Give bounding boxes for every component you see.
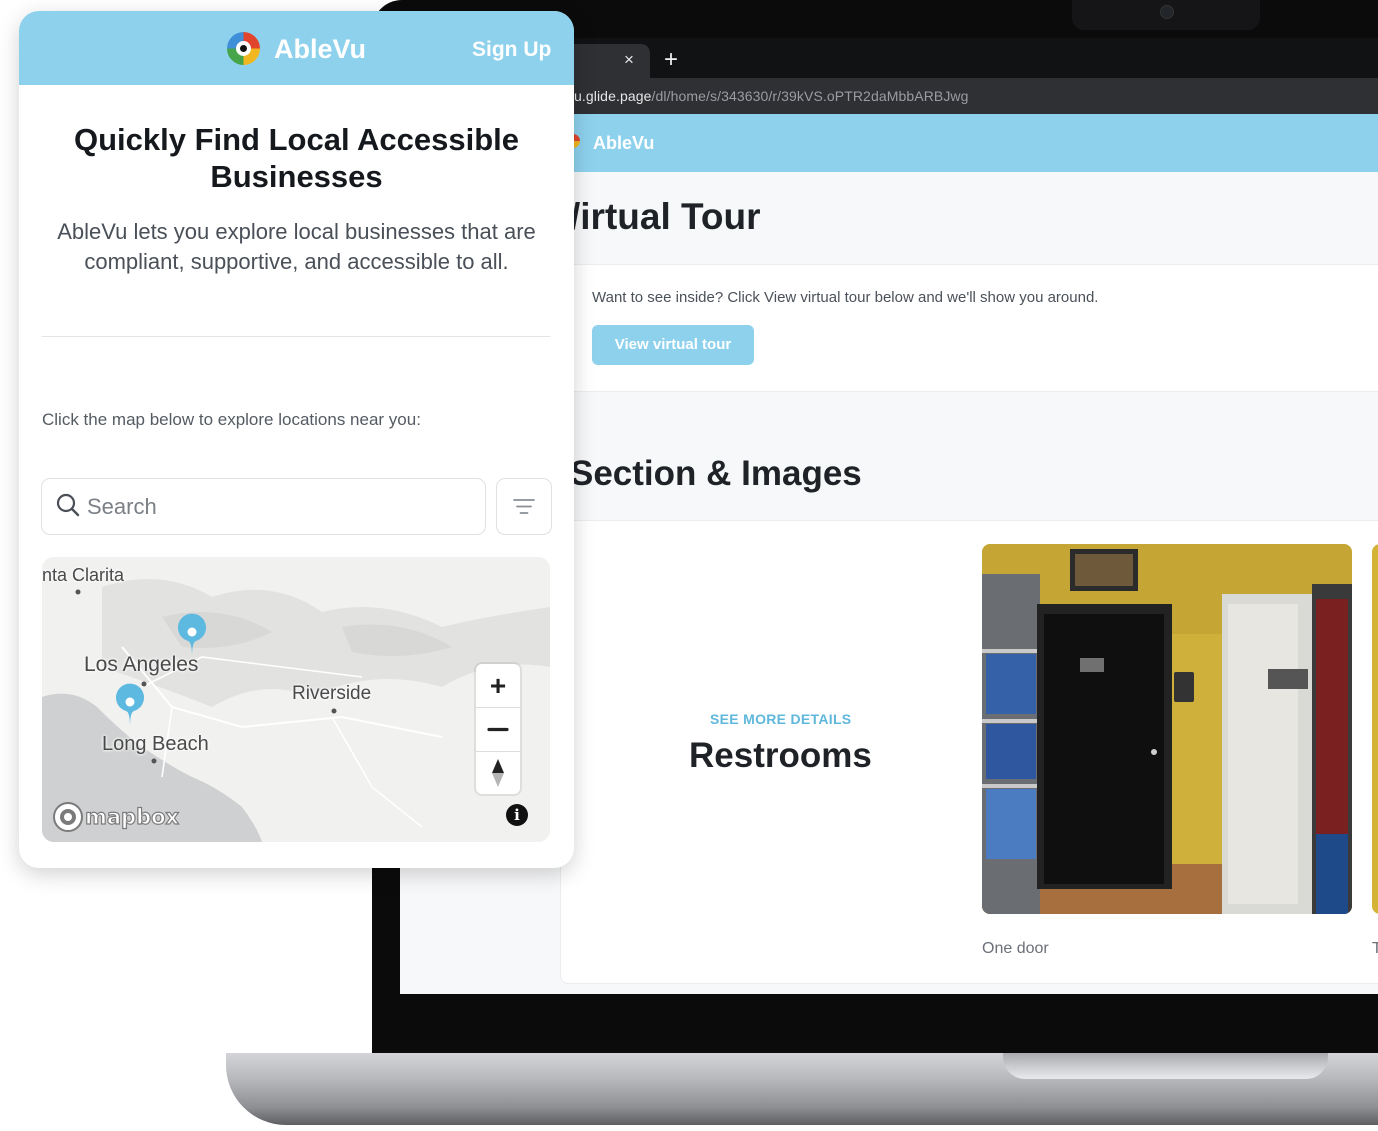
- url-path: /dl/home/s/343630/r/39kVS.oPTR2daMbbARBJ…: [651, 88, 969, 104]
- map-label-santa-clarita: nta Clarita: [42, 565, 125, 585]
- search-input[interactable]: [85, 481, 469, 533]
- plus-icon[interactable]: +: [664, 46, 678, 74]
- section-images-heading: Section & Images: [570, 454, 862, 493]
- feature-title: Restrooms: [689, 736, 872, 775]
- search-icon: [56, 493, 80, 517]
- url-domain: u.glide.page: [574, 88, 652, 104]
- app-brand[interactable]: AbleVu: [274, 34, 366, 65]
- page-headline: Quickly Find Local Accessible Businesses: [73, 122, 520, 194]
- filter-icon: [513, 499, 535, 514]
- map-label-los-angeles: Los Angeles: [84, 653, 199, 676]
- virtual-tour-description: Want to see inside? Click View virtual t…: [592, 289, 1099, 306]
- mapbox-logo[interactable]: mapbox: [52, 800, 182, 839]
- laptop-opening-notch: [1003, 1053, 1328, 1079]
- see-more-details-link[interactable]: SEE MORE DETAILS: [710, 711, 851, 727]
- compass-button[interactable]: [476, 751, 520, 794]
- camera-icon: [1160, 5, 1174, 19]
- map-label-riverside: Riverside: [292, 683, 372, 704]
- filter-button[interactable]: [496, 478, 552, 535]
- zoom-in-button[interactable]: +: [476, 664, 520, 707]
- sign-up-button[interactable]: Sign Up: [472, 38, 551, 62]
- compass-icon: [492, 759, 504, 787]
- info-icon[interactable]: i: [506, 804, 528, 826]
- restroom-door-photo[interactable]: [982, 544, 1352, 914]
- next-photo-caption: T: [1372, 940, 1378, 957]
- minus-icon: [487, 727, 509, 732]
- mobile-app-card: AbleVu Sign Up Quickly Find Local Access…: [19, 11, 574, 868]
- view-virtual-tour-button[interactable]: View virtual tour: [592, 325, 754, 365]
- close-icon[interactable]: ×: [624, 50, 634, 70]
- site-brand[interactable]: AbleVu: [593, 133, 654, 154]
- virtual-tour-heading: /irtual Tour: [570, 196, 761, 237]
- zoom-out-button[interactable]: [476, 707, 520, 752]
- mapbox-logo-icon: mapbox: [53, 802, 180, 832]
- photo-caption: One door: [982, 940, 1049, 957]
- map-prompt: Click the map below to explore locations…: [42, 410, 421, 429]
- page-subtitle: AbleVu lets you explore local businesses…: [57, 219, 536, 274]
- map-label-long-beach: Long Beach: [102, 733, 209, 755]
- logo-pupil: [240, 45, 247, 52]
- url-text[interactable]: u.glide.page/dl/home/s/343630/r/39kVS.oP…: [574, 88, 969, 104]
- map-zoom-controls: +: [476, 664, 520, 794]
- mapbox-wordmark: mapbox: [85, 805, 180, 829]
- divider: [42, 336, 550, 337]
- next-photo-peek[interactable]: [1372, 544, 1378, 914]
